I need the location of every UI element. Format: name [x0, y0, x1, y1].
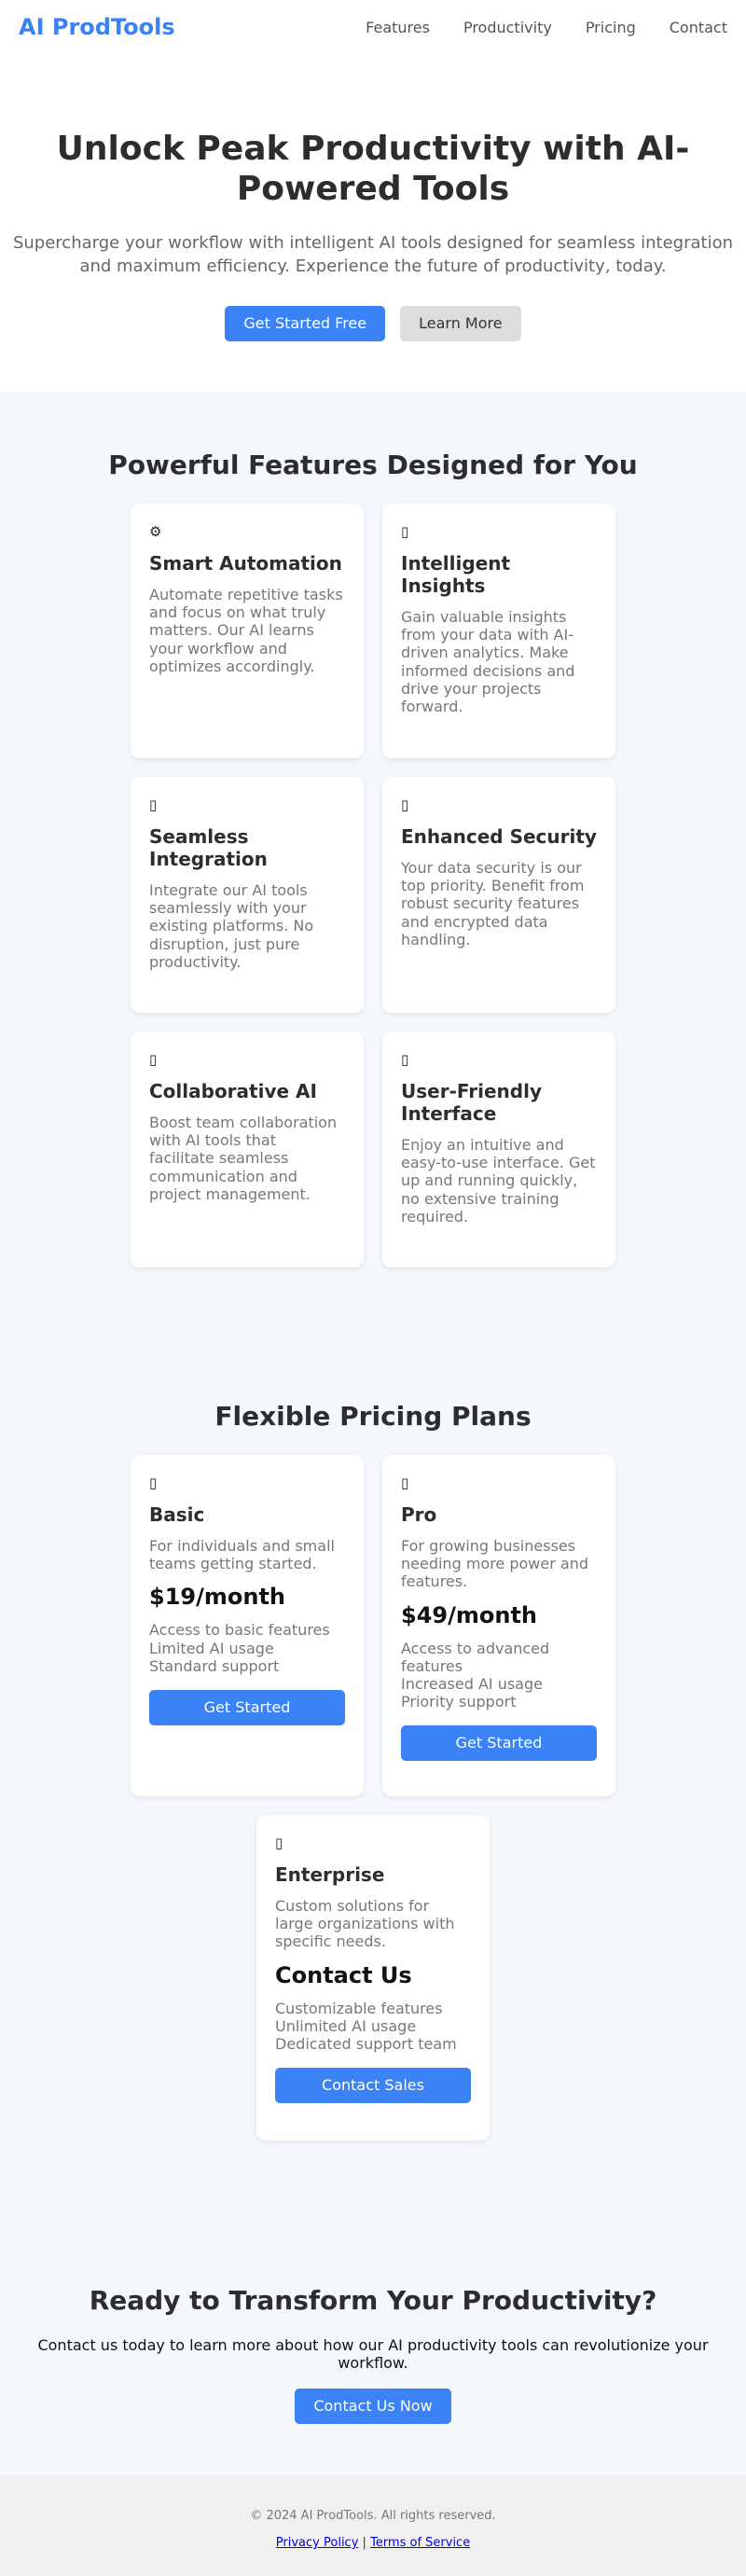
plan-features: Customizable features Unlimited AI usage… — [275, 2000, 471, 2054]
plan-features: Access to basic features Limited AI usag… — [149, 1621, 345, 1675]
nav-link-features[interactable]: Features — [366, 19, 430, 36]
pricing-card-basic: ▯ Basic For individuals and small teams … — [131, 1455, 364, 1796]
cta-title: Ready to Transform Your Productivity? — [89, 2285, 657, 2316]
plan-price: $19/month — [149, 1584, 286, 1611]
plan-description: For growing businesses needing more powe… — [401, 1537, 588, 1591]
contact-sales-button[interactable]: Contact Sales — [275, 2068, 471, 2104]
security-icon: ▯ — [401, 796, 409, 813]
plan-feature-item: Customizable features — [275, 1999, 443, 2017]
gear-icon: ⚙ — [149, 523, 162, 540]
feature-description: Your data security is our top priority. … — [401, 859, 585, 949]
pricing-title: Flexible Pricing Plans — [214, 1401, 532, 1432]
pro-plan-icon: ▯ — [401, 1475, 409, 1491]
pricing-card-enterprise: ▯ Enterprise Custom solutions for large … — [256, 1815, 490, 2140]
pricing-section: Flexible Pricing Plans ▯ Basic For indiv… — [0, 1343, 746, 2246]
hero-subtitle: Supercharge your workflow with intellige… — [12, 233, 734, 276]
pro-get-started-button[interactable]: Get Started — [401, 1725, 597, 1762]
plan-description: For individuals and small teams getting … — [149, 1537, 335, 1573]
privacy-policy-link[interactable]: Privacy Policy — [276, 2536, 359, 2550]
feature-description: Enjoy an intuitive and easy-to-use inter… — [401, 1136, 596, 1226]
feature-card-intelligent-insights: ▯ Intelligent Insights Gain valuable ins… — [382, 504, 615, 758]
plan-price: $49/month — [401, 1601, 538, 1628]
nav-link-contact[interactable]: Contact — [670, 19, 727, 36]
feature-card-seamless-integration: ▯ Seamless Integration Integrate our AI … — [131, 777, 364, 1013]
footer-separator: | — [362, 2536, 366, 2550]
nav-link-pricing[interactable]: Pricing — [586, 19, 636, 36]
plan-feature-item: Standard support — [149, 1656, 280, 1675]
feature-card-user-friendly-interface: ▯ User-Friendly Interface Enjoy an intui… — [382, 1032, 615, 1267]
pricing-grid: ▯ Basic For individuals and small teams … — [131, 1455, 615, 2159]
features-section: Powerful Features Designed for You ⚙ Sma… — [0, 392, 746, 1343]
feature-card-enhanced-security: ▯ Enhanced Security Your data security i… — [382, 777, 615, 1013]
feature-description: Integrate our AI tools seamlessly with y… — [149, 881, 314, 971]
footer-links: Privacy Policy | Terms of Service — [0, 2536, 746, 2550]
feature-description: Boost team collaboration with AI tools t… — [149, 1114, 338, 1203]
hero-buttons: Get Started Free Learn More — [0, 305, 746, 341]
feature-card-smart-automation: ⚙ Smart Automation Automate repetitive t… — [131, 504, 364, 758]
site-footer: © 2024 AI ProdTools. All rights reserved… — [0, 2475, 746, 2576]
feature-description: Gain valuable insights from your data wi… — [401, 608, 575, 715]
site-header: AI ProdTools Features Productivity Prici… — [0, 0, 746, 54]
plan-features: Access to advanced features Increased AI… — [401, 1640, 597, 1711]
features-grid: ⚙ Smart Automation Automate repetitive t… — [131, 504, 615, 1286]
features-title: Powerful Features Designed for You — [108, 450, 638, 480]
feature-card-collaborative-ai: ▯ Collaborative AI Boost team collaborat… — [131, 1032, 364, 1267]
feature-title: User-Friendly Interface — [401, 1080, 542, 1125]
copyright-text: © 2024 AI ProdTools. All rights reserved… — [250, 2509, 496, 2523]
plan-feature-item: Increased AI usage — [401, 1674, 543, 1693]
learn-more-button[interactable]: Learn More — [400, 305, 521, 341]
feature-description: Automate repetitive tasks and focus on w… — [149, 586, 343, 675]
pricing-card-pro: ▯ Pro For growing businesses needing mor… — [382, 1455, 615, 1796]
plan-description: Custom solutions for large organizations… — [275, 1897, 455, 1951]
plan-feature-item: Access to basic features — [149, 1621, 330, 1640]
integration-icon: ▯ — [149, 796, 158, 813]
enterprise-plan-icon: ▯ — [275, 1835, 283, 1851]
hero-section: Unlock Peak Productivity with AI-Powered… — [0, 54, 746, 392]
plan-name: Enterprise — [275, 1863, 385, 1886]
cta-text: Contact us today to learn more about how… — [37, 2336, 709, 2373]
basic-plan-icon: ▯ — [149, 1475, 158, 1491]
plan-name: Pro — [401, 1503, 437, 1526]
plan-feature-item: Access to advanced features — [401, 1639, 550, 1675]
feature-title: Seamless Integration — [149, 825, 268, 870]
cta-section: Ready to Transform Your Productivity? Co… — [0, 2246, 746, 2475]
insights-icon: ▯ — [401, 523, 409, 540]
terms-of-service-link[interactable]: Terms of Service — [370, 2536, 470, 2550]
feature-title: Enhanced Security — [401, 825, 597, 848]
hero-title: Unlock Peak Productivity with AI-Powered… — [56, 130, 690, 209]
plan-feature-item: Dedicated support team — [275, 2034, 457, 2053]
interface-icon: ▯ — [401, 1051, 409, 1068]
feature-title: Collaborative AI — [149, 1080, 317, 1102]
collaboration-icon: ▯ — [149, 1051, 158, 1068]
basic-get-started-button[interactable]: Get Started — [149, 1689, 345, 1725]
plan-name: Basic — [149, 1503, 205, 1526]
plan-feature-item: Unlimited AI usage — [275, 2016, 417, 2035]
main-nav: Features Productivity Pricing Contact — [332, 19, 727, 36]
feature-title: Smart Automation — [149, 552, 342, 575]
plan-feature-item: Limited AI usage — [149, 1639, 274, 1657]
plan-price: Contact Us — [275, 1961, 412, 1988]
get-started-free-button[interactable]: Get Started Free — [225, 305, 386, 341]
plan-feature-item: Priority support — [401, 1693, 517, 1711]
feature-title: Intelligent Insights — [401, 552, 511, 597]
logo[interactable]: AI ProdTools — [19, 14, 175, 40]
contact-us-now-button[interactable]: Contact Us Now — [295, 2389, 451, 2425]
nav-link-productivity[interactable]: Productivity — [463, 19, 552, 36]
